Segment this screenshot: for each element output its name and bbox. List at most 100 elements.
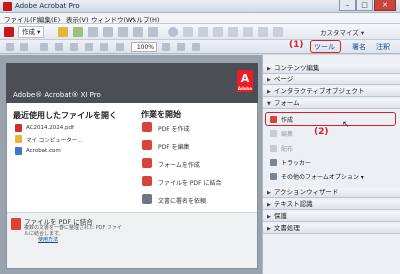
pdf-file-icon [15, 124, 22, 132]
marquee-zoom-icon[interactable] [116, 43, 124, 51]
edit-pdf-icon [142, 140, 152, 150]
attach-icon[interactable] [243, 27, 253, 37]
forms-distribute-item[interactable]: 配布 [270, 144, 293, 153]
window-title: Adobe Acrobat Pro [15, 2, 80, 10]
read-mode-icon[interactable] [192, 43, 200, 51]
menu-window[interactable]: ウィンドウ(W) [91, 14, 135, 24]
panel-forms[interactable]: ▼ フォーム [263, 99, 400, 109]
reader-icon[interactable] [183, 27, 193, 37]
panel-content-edit[interactable]: ▶ コンテンツ編集 [263, 64, 400, 74]
forms-tracker-item[interactable]: トラッカー [270, 158, 311, 167]
my-computer-link[interactable]: マイ コンピューター... [26, 136, 83, 144]
acrobat-logo-icon [4, 27, 14, 37]
expand-arrow-icon: ▶ [267, 66, 271, 72]
expand-arrow-icon: ▶ [267, 190, 271, 196]
navigation-toolbar: 100% (1) ツール 署名 注釈 [0, 40, 400, 54]
task-create-form[interactable]: フォームを作成 [158, 160, 200, 169]
adobe-logo-text: Adobe [237, 86, 253, 91]
menu-file[interactable]: ファイル(F) [4, 14, 39, 24]
expand-arrow-icon: ▶ [267, 214, 271, 220]
customize-label: カスタマイズ [320, 29, 359, 37]
close-button[interactable]: ✕ [374, 0, 396, 11]
panel-action-wizard[interactable]: ▶ アクションウィザード [263, 188, 400, 198]
zoom-out-icon[interactable] [85, 43, 93, 51]
how-to-link[interactable]: 使用方法 [38, 236, 58, 243]
settings-gear-icon[interactable] [168, 27, 178, 37]
share-icon[interactable] [148, 27, 158, 37]
customize-menu[interactable]: カスタマイズ ▾ [320, 27, 364, 37]
forms-edit-label: 編集 [281, 131, 294, 138]
task-edit-pdf[interactable]: PDF を編集 [158, 142, 190, 151]
forms-tracker-label: トラッカー [281, 160, 312, 167]
combine-files-icon [142, 176, 152, 186]
acrobat-app-icon [3, 2, 12, 11]
panel-document-processing[interactable]: ▶ 文書処理 [263, 224, 400, 234]
form-create-icon [270, 116, 277, 123]
panel-interactive-objects[interactable]: ▶ インタラクティブオブジェクト [263, 87, 400, 97]
panel-label: フォーム [273, 99, 300, 107]
task-create-pdf[interactable]: PDF を作成 [158, 124, 190, 133]
expand-arrow-icon: ▶ [267, 77, 271, 83]
pen-icon[interactable] [198, 27, 208, 37]
hand-tool-icon[interactable] [55, 43, 63, 51]
forms-edit-item[interactable]: 編集 [270, 129, 293, 138]
menu-help[interactable]: ヘルプ(H) [130, 14, 159, 24]
zoom-in-icon[interactable] [100, 43, 108, 51]
menu-bar: ファイル(F) 編集(E) 表示(V) ウィンドウ(W) ヘルプ(H) [0, 13, 400, 24]
product-name: Adobe® Acrobat® XI Pro [13, 91, 101, 99]
sign-request-icon [142, 194, 152, 204]
panel-label: コンテンツ編集 [273, 64, 320, 72]
main-toolbar: 作成 ▾ カスタマイズ ▾ [0, 24, 400, 40]
create-button[interactable]: 作成 ▾ [18, 26, 45, 38]
panel-protection[interactable]: ▶ 保護 [263, 212, 400, 222]
folder-icon [15, 135, 22, 143]
open-folder-icon[interactable] [58, 27, 68, 37]
expand-arrow-icon: ▶ [267, 89, 271, 95]
select-tool-icon[interactable] [70, 43, 78, 51]
zoom-level-field[interactable]: 100% [131, 42, 157, 52]
mouse-cursor-icon: ↖ [342, 120, 350, 130]
panel-pages[interactable]: ▶ ページ [263, 75, 400, 85]
form-icon[interactable] [213, 27, 223, 37]
recent-files-title: 最近使用したファイルを開く [13, 111, 117, 120]
print-icon[interactable] [103, 27, 113, 37]
forms-create-item[interactable]: 作成 [270, 115, 293, 124]
fit-width-icon[interactable] [177, 43, 185, 51]
email-icon[interactable] [118, 27, 128, 37]
prev-page-icon[interactable] [6, 43, 14, 51]
panel-label: 文書処理 [273, 224, 300, 232]
form-distribute-icon [270, 145, 277, 152]
panel-label: 保護 [273, 212, 287, 220]
title-bar: Adobe Acrobat Pro – □ ✕ [0, 0, 400, 13]
upload-icon[interactable] [88, 27, 98, 37]
forms-more-options[interactable]: その他のフォームオプション ▾ [270, 172, 364, 181]
maximize-button[interactable]: □ [356, 0, 373, 11]
expand-arrow-icon: ▶ [267, 226, 271, 232]
task-combine-files[interactable]: ファイルを PDF に結合 [158, 178, 222, 187]
annotation-label-2: (2) [314, 127, 329, 137]
sign-tab[interactable]: 署名 [352, 42, 366, 52]
cloud-icon[interactable] [273, 27, 283, 37]
task-request-signature[interactable]: 文書に署名を依頼 [158, 196, 206, 205]
menu-view[interactable]: 表示(V) [66, 14, 89, 24]
page-field-icon[interactable] [40, 43, 48, 51]
menu-edit[interactable]: 編集(E) [38, 14, 60, 24]
create-label: 作成 [22, 28, 35, 36]
combine-pdf-icon [11, 218, 21, 230]
fit-page-icon[interactable] [162, 43, 170, 51]
comment-icon[interactable] [133, 27, 143, 37]
minimize-button[interactable]: – [339, 0, 356, 11]
save-icon[interactable] [73, 27, 83, 37]
stamp-icon[interactable] [228, 27, 238, 37]
panel-text-recognition[interactable]: ▶ テキスト認識 [263, 200, 400, 210]
recent-file-item[interactable]: AC2014.2024.pdf [26, 125, 74, 131]
panel-label: インタラクティブオブジェクト [273, 87, 365, 95]
adobe-logo-letter: A [240, 72, 250, 85]
tracker-icon [270, 159, 277, 166]
next-page-icon[interactable] [20, 43, 28, 51]
acrobat-com-link[interactable]: Acrobat.com [26, 148, 61, 154]
tasks-title: 作業を開始 [141, 110, 181, 119]
comment-tab[interactable]: 注釈 [376, 42, 390, 52]
tools-tab[interactable]: ツール [314, 42, 335, 52]
redact-icon[interactable] [258, 27, 268, 37]
